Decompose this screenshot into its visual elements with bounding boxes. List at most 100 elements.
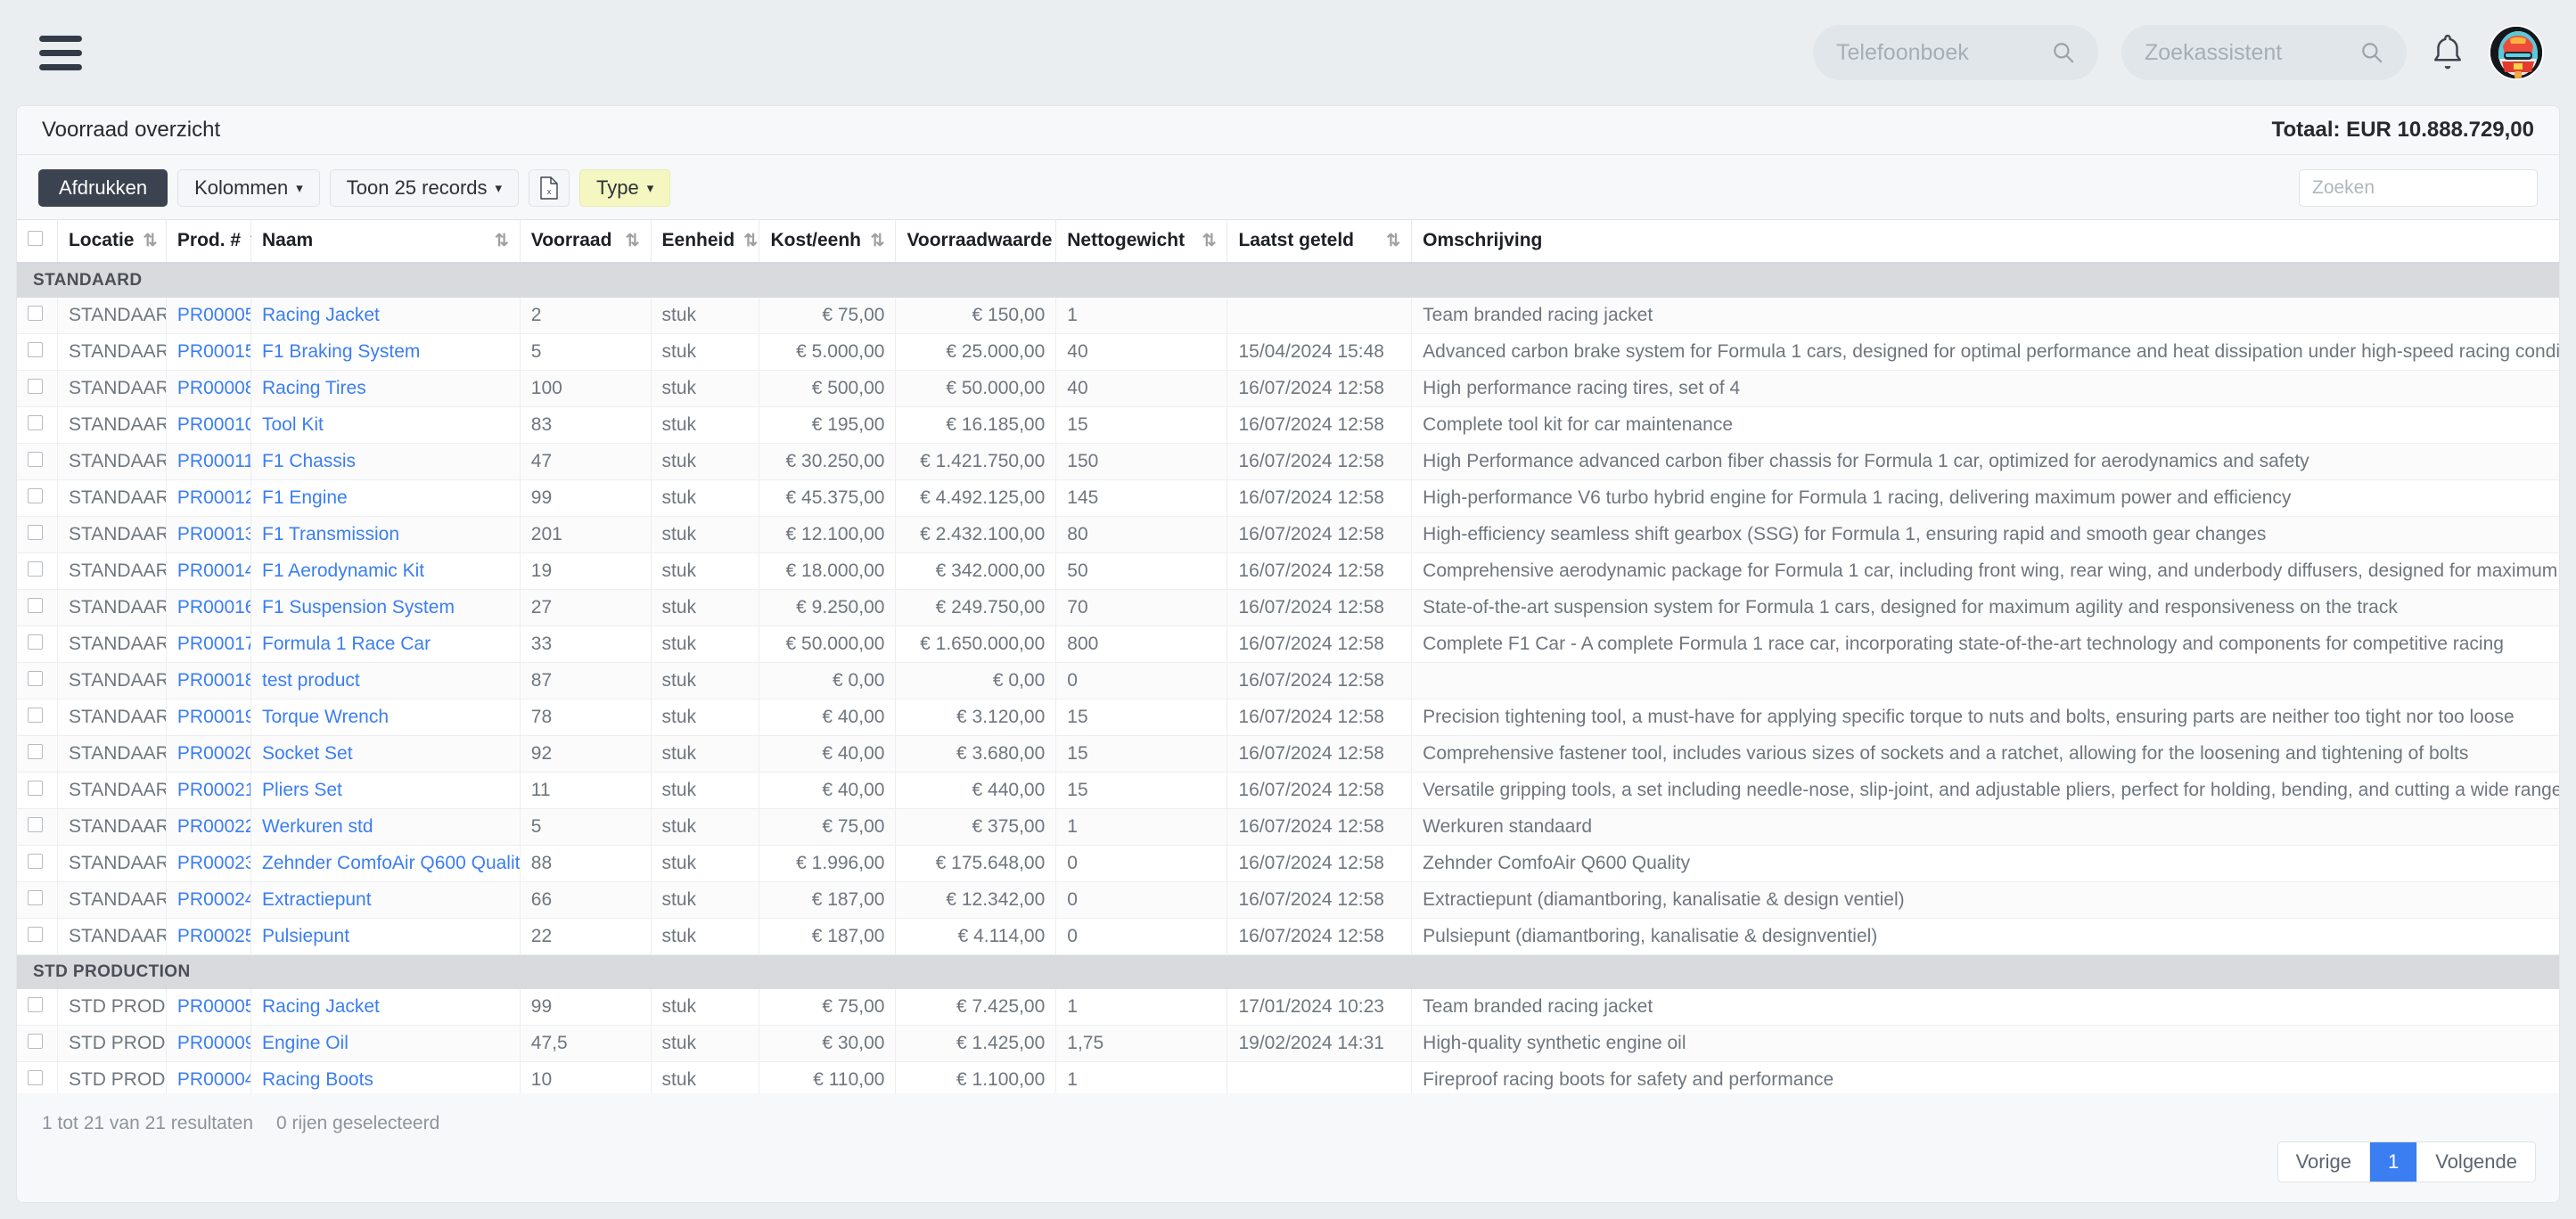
row-select-cell[interactable] (17, 589, 58, 626)
cell-naam[interactable]: Formula 1 Race Car (250, 626, 521, 663)
naam-link[interactable]: F1 Transmission (262, 524, 399, 544)
pagination-prev[interactable]: Vorige (2278, 1142, 2370, 1182)
row-select-cell[interactable] (17, 772, 58, 809)
naam-link[interactable]: Racing Tires (262, 378, 366, 398)
column-header-omschrijving[interactable]: Omschrijving (1411, 219, 2559, 264)
prod-link[interactable]: PR00012 (177, 487, 250, 508)
naam-link[interactable]: Socket Set (262, 743, 353, 764)
row-select-cell[interactable] (17, 626, 58, 663)
row-checkbox[interactable] (28, 305, 43, 321)
row-select-cell[interactable] (17, 918, 58, 955)
table-row[interactable]: STANDAARDPR00015F1 Braking System5stuk€ … (17, 333, 2559, 371)
row-checkbox[interactable] (28, 707, 43, 723)
row-checkbox[interactable] (28, 926, 43, 942)
naam-link[interactable]: F1 Aerodynamic Kit (262, 560, 424, 581)
column-header-naam[interactable]: Naam ⇅ (250, 219, 521, 264)
cell-naam[interactable]: F1 Suspension System (250, 589, 521, 626)
sort-toggle-icon[interactable]: ⇅ (1377, 231, 1400, 251)
row-select-cell[interactable] (17, 845, 58, 882)
cell-naam[interactable]: F1 Engine (250, 479, 521, 517)
prod-link[interactable]: PR00023 (177, 853, 250, 873)
cell-naam[interactable]: Racing Jacket (250, 297, 521, 334)
cell-naam[interactable]: F1 Aerodynamic Kit (250, 552, 521, 590)
column-header-locatie[interactable]: Locatie ⇅ (57, 219, 167, 264)
prod-link[interactable]: PR00025 (177, 926, 250, 946)
cell-naam[interactable]: F1 Transmission (250, 516, 521, 553)
row-select-cell[interactable] (17, 881, 58, 919)
table-row[interactable]: STANDAARD PR00008 Racing Tires 100stuk€ 500… (17, 370, 2559, 407)
prod-link[interactable]: PR00022 (177, 816, 250, 837)
user-avatar[interactable] (2489, 25, 2544, 80)
prod-link[interactable]: PR00021 (177, 780, 250, 800)
cell-prod[interactable]: PR00005 (166, 297, 252, 334)
row-select-cell[interactable] (17, 333, 58, 371)
column-header-nettogewicht[interactable]: Nettogewicht ⇅ (1055, 219, 1228, 264)
cell-prod[interactable]: PR00022 (166, 808, 252, 846)
cell-prod[interactable]: PR00023 (166, 845, 252, 882)
table-row[interactable]: STANDAARD PR00010 Tool Kit 83stuk€ 195,00€ … (17, 406, 2559, 444)
row-select-cell[interactable] (17, 988, 58, 1026)
row-select-cell[interactable] (17, 662, 58, 699)
table-row[interactable]: STANDAARDPR00018test product87stuk€ 0,00… (17, 662, 2559, 699)
row-select-cell[interactable] (17, 479, 58, 517)
naam-link[interactable]: Formula 1 Race Car (262, 634, 431, 654)
table-row[interactable]: STD PRODUCTION PR00005 Racing Jacket 99stuk… (17, 988, 2559, 1026)
records-per-page-dropdown[interactable]: Toon 25 records ▾ (329, 169, 520, 207)
cell-prod[interactable]: PR00005 (166, 988, 252, 1026)
column-header-voorraad[interactable]: Voorraad ⇅ (520, 219, 652, 264)
cell-prod[interactable]: PR00004 (166, 1061, 252, 1093)
row-select-cell[interactable] (17, 552, 58, 590)
sort-toggle-icon[interactable]: ⇅ (1194, 231, 1217, 251)
cell-prod[interactable]: PR00012 (166, 479, 252, 517)
excel-export-button[interactable]: x (529, 169, 570, 207)
cell-prod[interactable]: PR00008 (166, 370, 252, 407)
cell-naam[interactable]: Pulsiepunt (250, 918, 521, 955)
prod-link[interactable]: PR00018 (177, 670, 250, 691)
cell-naam[interactable]: test product (250, 662, 521, 699)
prod-link[interactable]: PR00005 (177, 305, 250, 325)
cell-prod[interactable]: PR00024 (166, 881, 252, 919)
select-all-header[interactable] (17, 219, 58, 264)
row-select-cell[interactable] (17, 1025, 58, 1062)
cell-prod[interactable]: PR00010 (166, 406, 252, 444)
row-checkbox[interactable] (28, 816, 43, 832)
table-row[interactable]: STD PRODUCTIONPR00009Engine Oil47,5stuk€… (17, 1025, 2559, 1062)
cell-prod[interactable]: PR00014 (166, 552, 252, 590)
naam-link[interactable]: Pliers Set (262, 780, 342, 800)
prod-link[interactable]: PR00008 (177, 378, 250, 398)
table-row[interactable]: STANDAARD PR00025 Pulsiepunt 22stuk€ 187,00… (17, 918, 2559, 955)
naam-link[interactable]: F1 Engine (262, 487, 348, 508)
cell-prod[interactable]: PR00021 (166, 772, 252, 809)
table-row[interactable]: STANDAARD PR00022 Werkuren std 5stuk€ 75,00… (17, 808, 2559, 846)
cell-prod[interactable]: PR00013 (166, 516, 252, 553)
sort-toggle-icon[interactable]: ⇅ (734, 231, 758, 251)
table-row[interactable]: STANDAARD PR00005 Racing Jacket 2stuk€ 75,0… (17, 297, 2559, 334)
cell-prod[interactable]: PR00019 (166, 699, 252, 736)
row-checkbox[interactable] (28, 780, 43, 796)
phonebook-search-input[interactable]: Telefoonboek (1813, 25, 2098, 80)
row-checkbox[interactable] (28, 743, 43, 759)
column-header-laatst-geteld[interactable]: Laatst geteld ⇅ (1226, 219, 1413, 264)
table-row[interactable]: STANDAARD PR00023 Zehnder ComfoAir Q600 Qu… (17, 845, 2559, 882)
naam-link[interactable]: Tool Kit (262, 414, 324, 435)
row-checkbox[interactable] (28, 889, 43, 905)
prod-link[interactable]: PR00004 (177, 1069, 250, 1090)
prod-link[interactable]: PR00016 (177, 597, 250, 618)
table-row[interactable]: STANDAARD PR00024 Extractiepunt 66stuk€ 187… (17, 881, 2559, 919)
print-button[interactable]: Afdrukken (38, 169, 168, 207)
row-select-cell[interactable] (17, 735, 58, 773)
row-select-cell[interactable] (17, 699, 58, 736)
row-checkbox[interactable] (28, 378, 43, 394)
column-header-voorraadwaarde[interactable]: Voorraadwaarde (895, 219, 1057, 264)
cell-naam[interactable]: Engine Oil (250, 1025, 521, 1062)
table-row[interactable]: STANDAARD PR00019 Torque Wrench 78stuk€ 40,… (17, 699, 2559, 736)
row-checkbox[interactable] (28, 414, 43, 430)
prod-link[interactable]: PR00010 (177, 414, 250, 435)
naam-link[interactable]: Engine Oil (262, 1033, 349, 1053)
prod-link[interactable]: PR00011 (177, 451, 250, 471)
cell-prod[interactable]: PR00020 (166, 735, 252, 773)
table-row[interactable]: STANDAARD PR00011 F1 Chassis 47stuk€ 30.250… (17, 443, 2559, 480)
cell-prod[interactable]: PR00025 (166, 918, 252, 955)
cell-naam[interactable]: Socket Set (250, 735, 521, 773)
cell-naam[interactable]: Pliers Set (250, 772, 521, 809)
